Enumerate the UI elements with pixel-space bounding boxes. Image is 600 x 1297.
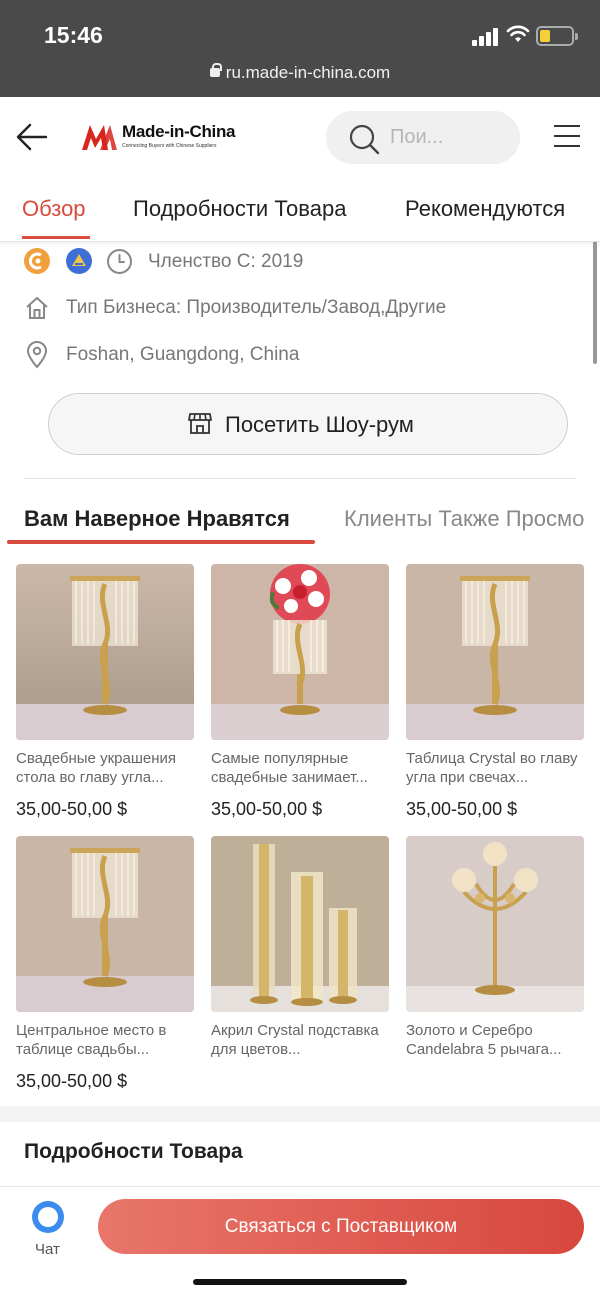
product-title[interactable]: Свадебные украшения стола во главу угла.…	[16, 749, 194, 787]
product-price: 35,00-50,00 $	[16, 799, 128, 819]
chat-icon[interactable]	[32, 1201, 64, 1233]
signal-icon	[472, 26, 500, 46]
product-details-heading: Подробности Товара	[24, 1140, 243, 1163]
location-pin-icon	[26, 341, 48, 369]
product-card[interactable]: Самые популярные свадебные занимает... 3…	[211, 564, 389, 820]
home-indicator[interactable]	[193, 1279, 407, 1285]
product-price: 35,00-50,00 $	[16, 1071, 128, 1091]
active-tab-indicator	[22, 236, 90, 239]
tab-you-may-like[interactable]: Вам Наверное Нравятся	[24, 506, 290, 532]
location: Foshan, Guangdong, China	[66, 344, 300, 365]
url-bar[interactable]: ru.made-in-china.com	[0, 63, 600, 83]
tab-overview[interactable]: Обзор	[22, 196, 86, 222]
tab-product-details[interactable]: Подробности Товара	[133, 196, 346, 222]
contact-supplier-button[interactable]: Связаться с Поставщиком	[98, 1199, 584, 1254]
product-image[interactable]	[211, 836, 389, 1012]
wifi-icon	[506, 25, 530, 42]
bottom-action-bar: Чат Связаться с Поставщиком	[0, 1186, 600, 1297]
section-separator	[0, 1106, 600, 1122]
logo-text: Made-in-China	[122, 122, 236, 141]
page-tabs: Обзор Подробности Товара Рекомендуются	[0, 182, 600, 242]
back-arrow-icon[interactable]	[14, 119, 50, 155]
product-title[interactable]: Золото и Серебро Candelabra 5 рычага...	[406, 1021, 584, 1059]
product-price: 35,00-50,00 $	[406, 799, 518, 819]
visit-showroom-label: Посетить Шоу-рум	[225, 412, 414, 437]
product-card[interactable]: Золото и Серебро Candelabra 5 рычага...	[406, 836, 584, 1059]
made-in-china-logo[interactable]: Made-in-China Connecting Buyers with Chi…	[80, 119, 250, 155]
membership-since: Членство С: 2019	[148, 251, 304, 272]
product-image[interactable]	[211, 564, 389, 740]
product-price: 35,00-50,00 $	[211, 799, 323, 819]
product-title[interactable]: Центральное место в таблице свадьбы...	[16, 1021, 194, 1059]
business-type: Тип Бизнеса: Производитель/Завод,Другие	[66, 297, 447, 318]
scrollbar[interactable]	[593, 230, 597, 364]
lock-icon	[209, 63, 222, 77]
url-text: ru.made-in-china.com	[225, 63, 391, 82]
status-bar: 15:46 ru.made-in-china.com	[0, 0, 600, 97]
chat-label[interactable]: Чат	[35, 1241, 60, 1258]
search-placeholder: Пои...	[390, 126, 444, 148]
storefront-icon	[188, 413, 212, 434]
battery-icon	[536, 26, 578, 46]
search-icon	[349, 124, 380, 155]
logo-mark-icon	[82, 125, 117, 150]
search-input[interactable]: Пои...	[326, 111, 520, 164]
home-icon	[26, 297, 48, 319]
clock-icon	[107, 249, 132, 274]
divider	[24, 478, 576, 479]
product-title[interactable]: Таблица Crystal во главу угла при свечах…	[406, 749, 584, 787]
status-time: 15:46	[44, 22, 103, 48]
product-image[interactable]	[16, 564, 194, 740]
audited-supplier-badge-icon	[66, 248, 92, 274]
site-header: Made-in-China Connecting Buyers with Chi…	[0, 97, 600, 182]
product-title[interactable]: Самые популярные свадебные занимает...	[211, 749, 389, 787]
product-image[interactable]	[16, 836, 194, 1012]
product-title[interactable]: Акрил Crystal подставка для цветов...	[211, 1021, 389, 1059]
rec-tab-indicator	[7, 540, 315, 544]
menu-icon[interactable]	[554, 125, 580, 147]
product-card[interactable]: Акрил Crystal подставка для цветов...	[211, 836, 389, 1059]
tab-recommended[interactable]: Рекомендуются	[405, 196, 565, 222]
tab-customers-also-viewed[interactable]: Клиенты Также Просмо	[344, 506, 584, 532]
visit-showroom-button[interactable]: Посетить Шоу-рум	[48, 393, 568, 455]
gold-member-badge-icon	[24, 248, 50, 274]
product-image[interactable]	[406, 836, 584, 1012]
product-card[interactable]: Свадебные украшения стола во главу угла.…	[16, 564, 194, 820]
logo-tagline: Connecting Buyers with Chinese Suppliers	[122, 143, 217, 149]
product-card[interactable]: Центральное место в таблице свадьбы... 3…	[16, 836, 194, 1092]
product-card[interactable]: Таблица Crystal во главу угла при свечах…	[406, 564, 584, 820]
product-image[interactable]	[406, 564, 584, 740]
